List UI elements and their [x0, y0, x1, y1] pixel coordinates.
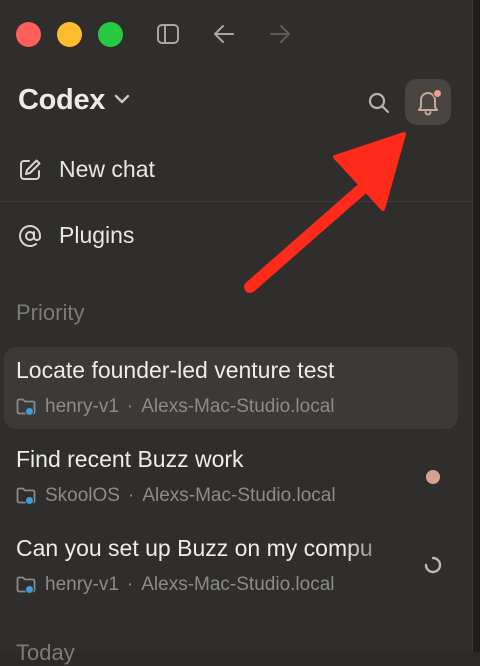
thread-row[interactable]: Find recent Buzz work SkoolOS · Alexs-Ma… [4, 436, 458, 518]
plugins-button[interactable]: Plugins [18, 222, 134, 249]
thread-title: Locate founder-led venture test [16, 357, 335, 383]
unread-indicator [426, 470, 440, 484]
section-label-priority: Priority [16, 300, 85, 325]
section-label-today: Today [16, 640, 75, 665]
meta-separator: · [127, 485, 135, 506]
remote-status-dot [25, 496, 34, 505]
thread-row[interactable]: Can you set up Buzz on my compu henry-v1… [4, 525, 458, 607]
folder-icon [16, 576, 38, 594]
plugins-label: Plugins [59, 222, 135, 248]
new-chat-button[interactable]: New chat [18, 156, 155, 183]
thread-project: SkoolOS [45, 485, 120, 506]
window-edge [472, 0, 480, 652]
thread-row[interactable]: Locate founder-led venture test henry-v1… [4, 347, 458, 429]
thread-meta: henry-v1 · Alexs-Mac-Studio.local [16, 396, 335, 418]
folder-icon [16, 398, 38, 416]
sidebar-toggle-icon[interactable] [154, 20, 182, 48]
close-window-button[interactable] [16, 22, 41, 47]
thread-title: Find recent Buzz work [16, 446, 244, 472]
thread-meta: henry-v1 · Alexs-Mac-Studio.local [16, 574, 335, 596]
divider [0, 201, 472, 202]
app-title: Codex [18, 84, 106, 116]
chevron-down-icon [113, 92, 131, 110]
search-button[interactable] [364, 88, 394, 118]
notifications-button[interactable] [405, 79, 451, 125]
remote-status-dot [25, 407, 34, 416]
remote-status-dot [25, 585, 34, 594]
loading-spinner-icon [424, 556, 442, 574]
app-switcher[interactable]: Codex [18, 84, 131, 117]
thread-host: Alexs-Mac-Studio.local [141, 574, 335, 595]
thread-meta: SkoolOS · Alexs-Mac-Studio.local [16, 485, 336, 507]
thread-host: Alexs-Mac-Studio.local [141, 396, 335, 417]
at-sign-icon [19, 224, 41, 247]
thread-project: henry-v1 [45, 574, 119, 595]
folder-icon [16, 487, 38, 505]
minimize-window-button[interactable] [57, 22, 82, 47]
meta-separator: · [126, 396, 134, 417]
zoom-window-button[interactable] [98, 22, 123, 47]
thread-project: henry-v1 [45, 396, 119, 417]
arrow-right-icon[interactable] [266, 20, 294, 48]
window-controls [16, 22, 123, 47]
sidebar: Codex New chat Plugins Priority Locate f… [0, 0, 472, 665]
compose-icon [20, 159, 41, 180]
thread-host: Alexs-Mac-Studio.local [142, 485, 336, 506]
search-icon [368, 92, 390, 114]
thread-title: Can you set up Buzz on my compu [16, 535, 373, 561]
new-chat-label: New chat [59, 156, 155, 182]
notification-badge [433, 89, 442, 98]
arrow-left-icon[interactable] [210, 20, 238, 48]
meta-separator: · [126, 574, 134, 595]
